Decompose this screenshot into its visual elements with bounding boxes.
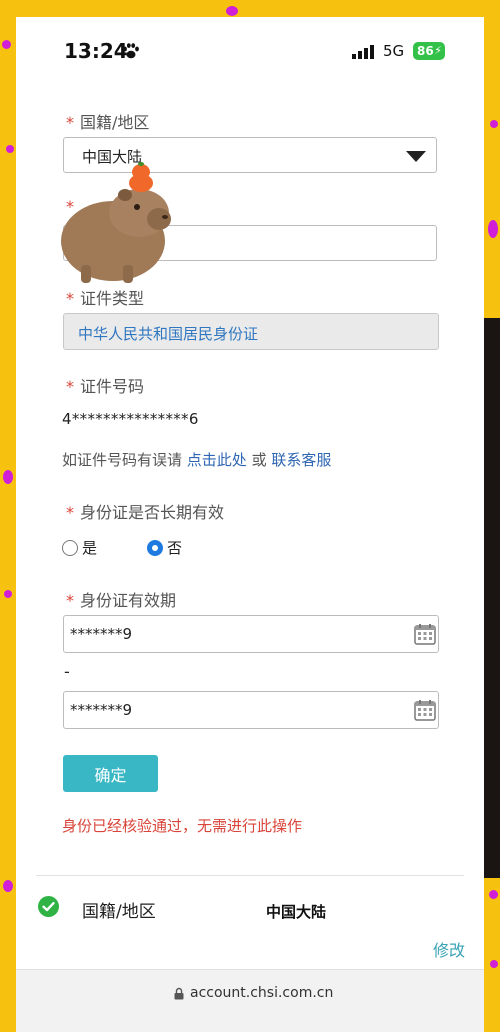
validity-end-input[interactable]: *******9 [63,691,439,729]
id-number-hint: 如证件号码有误请 点击此处 或 联系客服 [62,449,331,470]
lock-icon [174,987,184,1000]
background-dot [489,890,498,899]
battery-level: 86 [417,44,434,58]
verified-message: 身份已经核验通过，无需进行此操作 [62,817,303,835]
long-term-label: * 身份证是否长期有效 [66,499,224,523]
required-mark: * [66,113,74,132]
radio-yes[interactable]: 是 [62,537,97,558]
hint-text: 如证件号码有误请 [62,451,183,469]
validity-start-input[interactable]: *******9 [63,615,439,653]
radio-no[interactable]: 否 [147,537,182,558]
background-dot [488,220,498,238]
background-dot [6,145,14,153]
battery-icon: 86 ⚡ [413,42,445,60]
id-type-label: * 证件类型 [66,285,144,309]
background-dot [3,880,13,892]
status-bar: 13:24 5G 86 ⚡ [16,17,484,81]
calendar-icon[interactable] [414,699,436,721]
id-type-value: 中华人民共和国居民身份证 [78,325,259,343]
divider [36,875,464,876]
background-dot [226,6,238,16]
summary-label: 国籍/地区 [82,902,156,922]
date-separator: - [64,662,70,681]
radio-yes-label: 是 [82,539,98,557]
capybara-sticker [61,162,171,283]
summary-value: 中国大陆 [266,903,327,921]
id-type-field: 中华人民共和国居民身份证 [63,313,439,350]
charging-bolt-icon: ⚡ [434,44,442,57]
background-dot [490,120,498,128]
hint-or: 或 [251,451,267,469]
required-mark: * [66,591,74,610]
required-mark: * [66,289,74,308]
id-number-value: 4***************6 [62,410,199,428]
network-type: 5G [383,42,405,60]
required-mark: * [66,503,74,522]
signal-icon [352,45,374,59]
id-number-label: * 证件号码 [66,373,144,397]
id-number-label-text: 证件号码 [80,377,145,396]
validity-label: * 身份证有效期 [66,587,176,611]
background-dot [3,470,13,484]
radio-yes-circle[interactable] [62,540,78,556]
background-dot [2,40,11,49]
background-dot [490,960,498,968]
nationality-label: * 国籍/地区 [66,109,149,133]
required-mark: * [66,377,74,396]
confirm-button[interactable]: 确定 [63,755,158,792]
validity-start-value: *******9 [70,625,133,643]
calendar-icon[interactable] [414,623,436,645]
contact-support-link[interactable]: 联系客服 [271,451,331,469]
check-circle-icon [38,896,59,917]
radio-no-circle[interactable] [147,540,163,556]
paw-icon [123,43,139,59]
nationality-label-text: 国籍/地区 [80,113,150,132]
validity-label-text: 身份证有效期 [80,591,177,610]
caret-down-icon [406,151,426,162]
radio-no-label: 否 [167,539,183,557]
id-type-label-text: 证件类型 [80,289,145,308]
validity-end-value: *******9 [70,701,133,719]
status-time: 13:24 [64,39,128,63]
url-text: account.chsi.com.cn [190,985,334,1001]
browser-address-bar[interactable]: account.chsi.com.cn [16,969,484,1032]
background-dot [4,590,12,598]
phone-screen: 13:24 5G 86 ⚡ * 国籍/地区 中国大陆 * * 证件类型 中华人民… [16,17,484,1032]
edit-link[interactable]: 修改 [433,937,465,961]
click-here-link[interactable]: 点击此处 [187,451,247,469]
background-photo-edge [484,318,500,878]
long-term-label-text: 身份证是否长期有效 [80,503,225,522]
